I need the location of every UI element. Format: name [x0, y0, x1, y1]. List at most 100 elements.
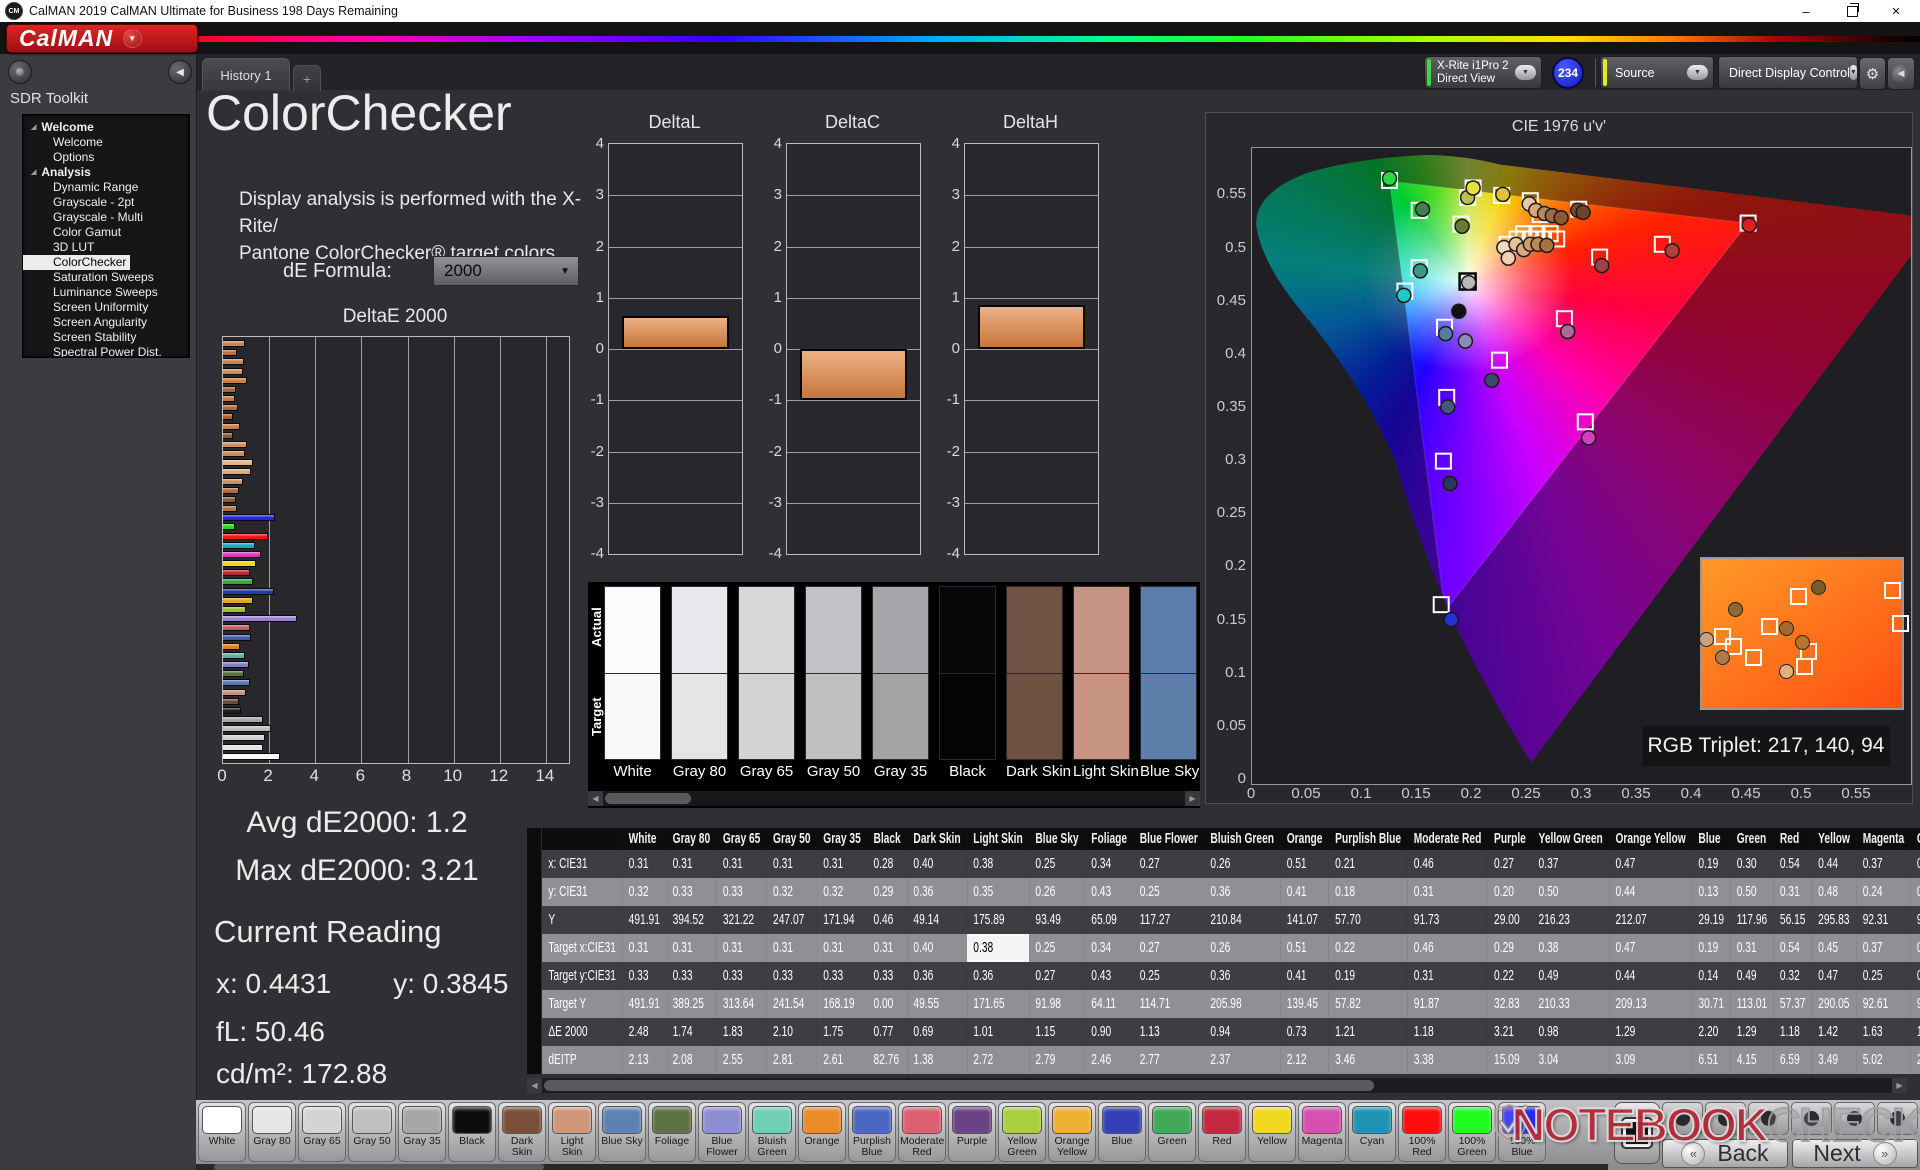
table-cell[interactable]: 0.24 [1856, 878, 1911, 906]
table-cell[interactable]: 0.32 [1773, 962, 1812, 990]
results-table[interactable]: White Gray 80 Gray 65 Gray 50 Gray 35 Black Da… [542, 828, 1920, 1074]
table-cell[interactable]: 0.33 [622, 962, 667, 990]
table-cell[interactable]: 2.55 [716, 1046, 767, 1074]
table-cell[interactable]: 1.83 [716, 1018, 767, 1046]
patch-button-100-green[interactable]: 100% Green [1448, 1102, 1496, 1162]
table-cell[interactable]: 2.12 [1280, 1046, 1329, 1074]
table-cell[interactable]: 0.73 [1280, 1018, 1329, 1046]
table-cell[interactable]: 175.89 [966, 906, 1030, 934]
patch-button-red[interactable]: Red [1198, 1102, 1246, 1162]
sidebar-item-colorchecker[interactable]: ColorChecker [23, 255, 131, 270]
patch-button-gray-50[interactable]: Gray 50 [348, 1102, 396, 1162]
table-cell[interactable]: 0.21 [1910, 850, 1920, 878]
table-cell[interactable]: 0.21 [1328, 850, 1408, 878]
table-cell[interactable]: 0.90 [1084, 1018, 1134, 1046]
table-cell[interactable]: 0.31 [816, 934, 868, 962]
close-button[interactable]: × [1874, 0, 1918, 22]
patch-button-purplish-blue[interactable]: Purplish Blue [848, 1102, 896, 1162]
table-cell[interactable]: 0.19 [1692, 934, 1731, 962]
table-cell[interactable]: 0.33 [716, 962, 767, 990]
restore-button[interactable] [1830, 0, 1874, 22]
table-cell[interactable]: 0.26 [1910, 878, 1920, 906]
table-cell[interactable]: 2.48 [622, 1018, 667, 1046]
sidebar-item-luminance-sweeps[interactable]: Luminance Sweeps [23, 285, 189, 300]
swatch-gray-35[interactable]: Gray 35 [872, 586, 929, 780]
table-cell[interactable]: 139.45 [1280, 990, 1329, 1018]
patch-button-green[interactable]: Green [1148, 1102, 1196, 1162]
table-cell[interactable]: 0.38 [966, 850, 1030, 878]
table-cell[interactable]: 0.28 [867, 850, 908, 878]
table-cell[interactable]: 0.20 [1487, 878, 1533, 906]
patch-button-blue-flower[interactable]: Blue Flower [698, 1102, 746, 1162]
swatch-dark-skin[interactable]: Dark Skin [1006, 586, 1071, 780]
table-cell[interactable]: 0.49 [1532, 962, 1610, 990]
table-cell[interactable]: 0.36 [1204, 878, 1281, 906]
table-cell[interactable]: 15.09 [1487, 1046, 1533, 1074]
table-cell[interactable]: 91.98 [1029, 990, 1085, 1018]
sidebar-collapse-button[interactable]: ◀ [168, 60, 192, 84]
media-button[interactable] [1877, 1102, 1918, 1135]
table-cell[interactable]: 3.09 [1609, 1046, 1693, 1074]
table-cell[interactable]: 0.38 [966, 934, 1030, 962]
scrollbar-thumb[interactable] [214, 1164, 544, 1170]
table-cell[interactable]: 1.42 [1811, 1018, 1857, 1046]
table-cell[interactable]: 0.47 [1811, 962, 1857, 990]
meter-selector[interactable]: X-Rite i1Pro 2 Direct View ▼ [1424, 56, 1542, 89]
table-cell[interactable]: 0.31 [816, 850, 868, 878]
patch-button-dark-skin[interactable]: Dark Skin [498, 1102, 546, 1162]
table-cell[interactable]: 394.52 [666, 906, 717, 934]
table-cell[interactable]: 209.13 [1609, 990, 1693, 1018]
table-cell[interactable]: 0.34 [1084, 850, 1134, 878]
table-cell[interactable]: 3.49 [1811, 1046, 1857, 1074]
media-button[interactable] [1662, 1102, 1703, 1135]
table-cell[interactable]: 0.26 [1204, 934, 1281, 962]
table-cell[interactable]: 0.22 [1487, 962, 1533, 990]
table-cell[interactable]: 0.27 [1133, 850, 1205, 878]
media-button[interactable] [1791, 1102, 1832, 1135]
table-cell[interactable]: 0.31 [622, 850, 667, 878]
table-cell[interactable]: 1.29 [1730, 1018, 1774, 1046]
patch-button-blue[interactable]: Blue [1098, 1102, 1146, 1162]
table-cell[interactable]: 92.31 [1856, 906, 1911, 934]
table-cell[interactable]: 0.14 [1692, 962, 1731, 990]
patch-button-blue-sky[interactable]: Blue Sky [598, 1102, 646, 1162]
sidebar-item-screen-angularity[interactable]: Screen Angularity [23, 315, 189, 330]
table-cell[interactable]: 2.79 [1029, 1046, 1085, 1074]
table-cell[interactable]: 0.25 [1133, 962, 1205, 990]
table-cell[interactable]: 1.63 [1856, 1018, 1911, 1046]
table-cell[interactable]: 241.54 [766, 990, 817, 1018]
table-cell[interactable]: 0.45 [1811, 934, 1857, 962]
table-cell[interactable]: 0.31 [1407, 962, 1488, 990]
patch-strip-scrollbar[interactable] [196, 1164, 1608, 1170]
table-cell[interactable]: 313.64 [716, 990, 767, 1018]
gear-icon[interactable]: ⚙ [1859, 57, 1886, 90]
table-cell[interactable]: 0.36 [966, 962, 1030, 990]
table-cell[interactable]: 1.74 [666, 1018, 717, 1046]
table-cell[interactable]: 2.37 [1204, 1046, 1281, 1074]
table-cell[interactable]: 295.83 [1811, 906, 1857, 934]
table-cell[interactable]: 91.87 [1407, 990, 1488, 1018]
patch-button-orange-yellow[interactable]: Orange Yellow [1048, 1102, 1096, 1162]
sidebar-item-3d-lut[interactable]: 3D LUT [23, 240, 189, 255]
scroll-right-icon[interactable]: ▶ [1892, 1078, 1907, 1093]
table-cell[interactable]: 0.19 [1328, 962, 1408, 990]
patch-button-magenta[interactable]: Magenta [1298, 1102, 1346, 1162]
table-cell[interactable]: 113.01 [1730, 990, 1774, 1018]
table-cell[interactable]: 0.33 [816, 962, 868, 990]
table-cell[interactable]: 168.19 [816, 990, 868, 1018]
sidebar-item-grayscale-multi[interactable]: Grayscale - Multi [23, 210, 189, 225]
table-cell[interactable]: 6.51 [1692, 1046, 1731, 1074]
table-cell[interactable]: 0.18 [1328, 878, 1408, 906]
table-cell[interactable]: 1.29 [1609, 1018, 1693, 1046]
swatch-blue-sky[interactable]: Blue Sky [1140, 586, 1199, 780]
patch-button-bluish-green[interactable]: Bluish Green [748, 1102, 796, 1162]
table-cell[interactable]: 0.94 [1204, 1018, 1281, 1046]
table-cell[interactable]: 0.25 [1029, 934, 1085, 962]
table-cell[interactable]: 0.13 [1692, 878, 1731, 906]
sidebar-section-analysis[interactable]: ◢ Analysis [23, 165, 189, 180]
patch-button-yellow[interactable]: Yellow [1248, 1102, 1296, 1162]
table-cell[interactable]: 0.35 [966, 878, 1030, 906]
table-cell[interactable]: 3.46 [1328, 1046, 1408, 1074]
table-cell[interactable]: 491.91 [622, 990, 667, 1018]
swatch-gray-80[interactable]: Gray 80 [671, 586, 728, 780]
